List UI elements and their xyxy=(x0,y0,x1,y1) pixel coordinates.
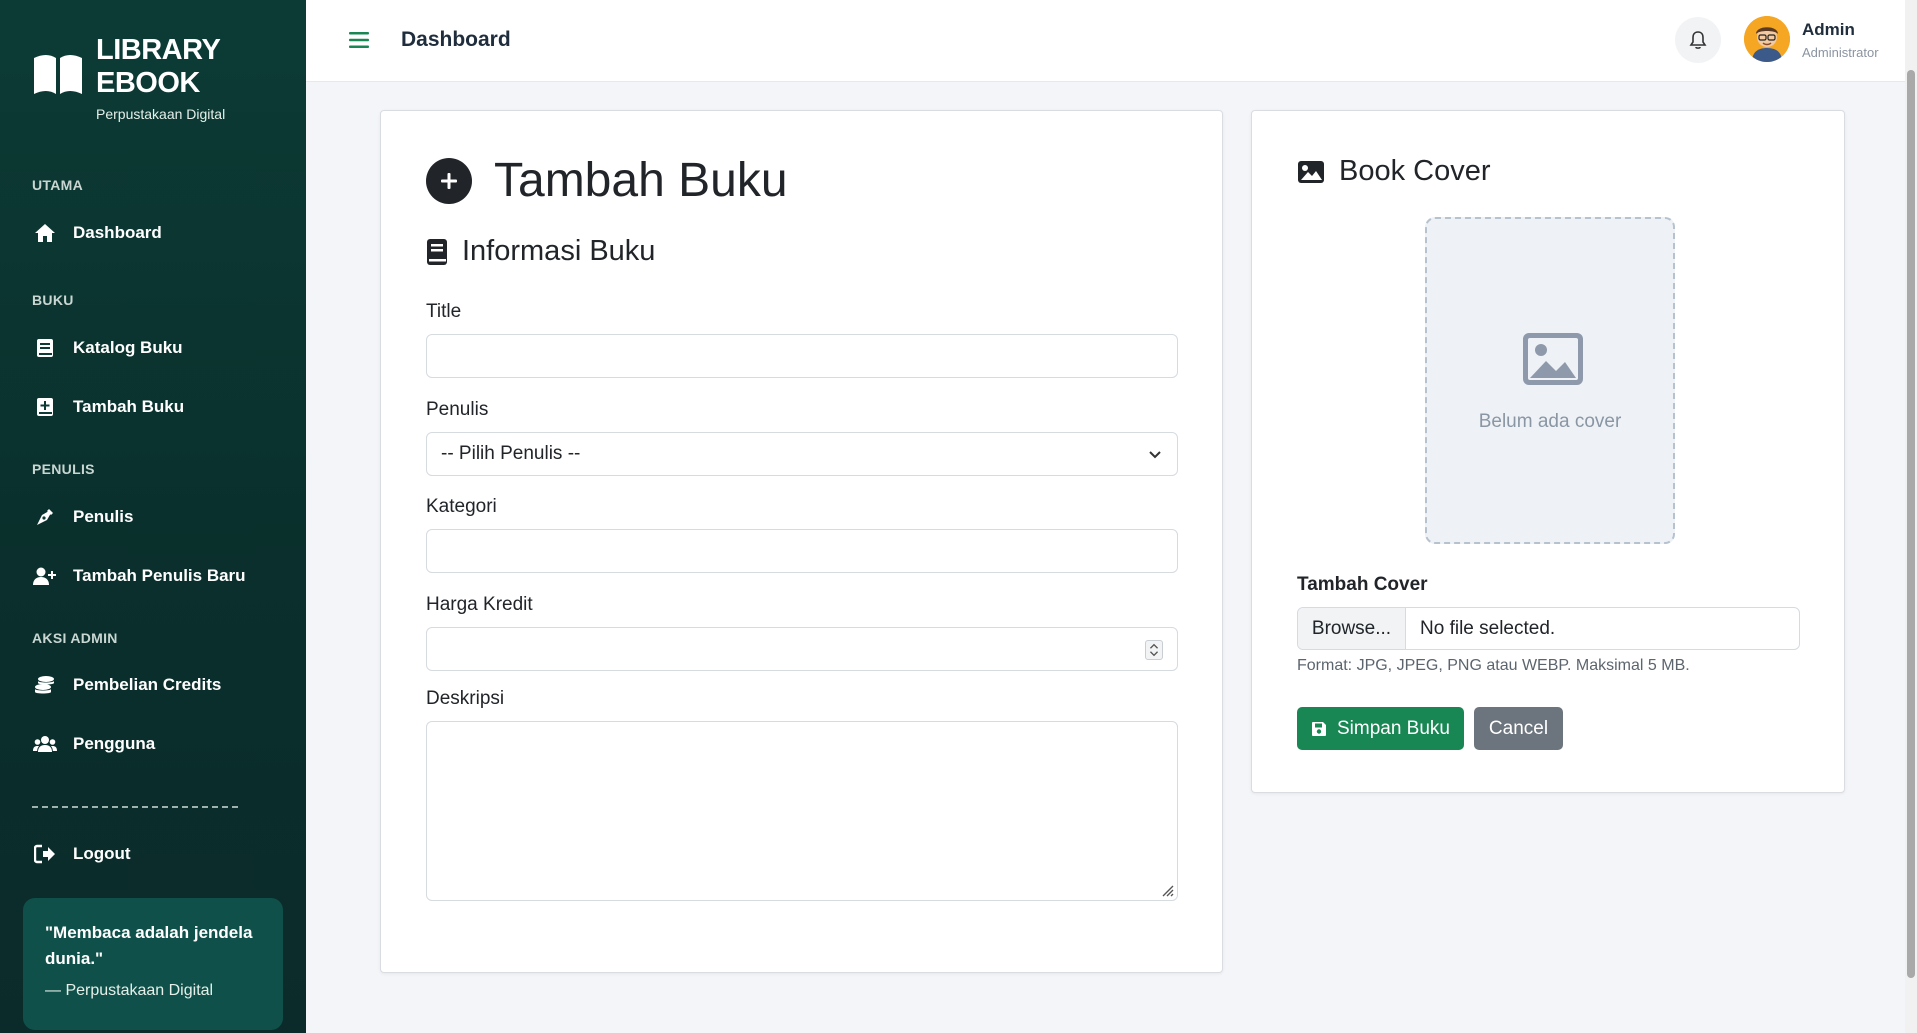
brand-title-line1: LIBRARY xyxy=(96,34,221,66)
sidebar-item-label: Pengguna xyxy=(73,734,156,753)
user-avatar-icon xyxy=(1744,16,1790,62)
bell-icon xyxy=(1689,31,1707,49)
image-placeholder-icon xyxy=(1523,333,1583,385)
sidebar-item-dashboard[interactable]: Dashboard xyxy=(32,212,282,254)
user-plus-icon xyxy=(32,565,58,587)
sidebar-item-label: Tambah Buku xyxy=(73,397,185,416)
section-buku: BUKU xyxy=(32,292,74,308)
penulis-select[interactable]: -- Pilih Penulis -- xyxy=(426,432,1178,476)
user-role: Administrator xyxy=(1802,45,1879,60)
book-form-card: Tambah Buku Informasi Buku Title Penulis… xyxy=(380,110,1223,973)
book-icon xyxy=(32,337,58,359)
sidebar-item-penulis[interactable]: Penulis xyxy=(32,496,282,538)
scrollbar-thumb[interactable] xyxy=(1907,70,1915,978)
penulis-selected-value: -- Pilih Penulis -- xyxy=(441,443,581,464)
cancel-button[interactable]: Cancel xyxy=(1474,707,1563,750)
brand-subtitle: Perpustakaan Digital xyxy=(96,106,226,122)
save-icon xyxy=(1311,721,1326,736)
sidebar-item-label: Katalog Buku xyxy=(73,338,183,357)
deskripsi-label: Deskripsi xyxy=(426,688,505,709)
sidebar-item-tambah-penulis-baru[interactable]: Tambah Penulis Baru xyxy=(32,555,282,597)
kategori-input[interactable] xyxy=(426,529,1178,573)
cover-preview: Belum ada cover xyxy=(1425,217,1675,544)
sidebar-divider xyxy=(32,806,238,808)
quote-box: "Membaca adalah jendela dunia." — Perpus… xyxy=(23,898,283,1030)
sidebar-item-pengguna[interactable]: Pengguna xyxy=(32,723,282,765)
pen-nib-icon xyxy=(32,506,58,528)
sidebar-item-logout[interactable]: Logout xyxy=(32,833,282,875)
sidebar-item-label: Pembelian Credits xyxy=(73,675,222,694)
cover-file-input[interactable]: Browse... No file selected. xyxy=(1297,607,1800,650)
plus-circle-icon xyxy=(426,157,472,204)
title-label: Title xyxy=(426,301,462,322)
number-spinner-icon[interactable] xyxy=(1145,640,1163,660)
sidebar-item-label: Logout xyxy=(73,844,131,863)
book-plus-icon xyxy=(32,396,58,418)
book-cover-card: Book Cover Belum ada cover Tambah Cover … xyxy=(1251,110,1845,793)
user-name: Admin xyxy=(1802,20,1855,39)
section-heading: Informasi Buku xyxy=(426,235,655,268)
quote-source: — Perpustakaan Digital xyxy=(45,982,214,999)
quote-text: "Membaca adalah jendela dunia." xyxy=(45,923,253,968)
resize-handle-icon[interactable] xyxy=(1158,881,1174,897)
cover-upload-label: Tambah Cover xyxy=(1297,574,1428,595)
home-icon xyxy=(32,222,58,244)
brand-title-line2: EBOOK xyxy=(96,67,200,99)
chevron-down-icon xyxy=(1149,451,1161,459)
sidebar: LIBRARY EBOOK Perpustakaan Digital UTAMA… xyxy=(0,0,306,1033)
hamburger-menu-icon[interactable] xyxy=(348,30,370,50)
section-penulis: PENULIS xyxy=(32,461,95,477)
brand[interactable]: LIBRARY EBOOK Perpustakaan Digital xyxy=(32,34,225,122)
image-icon xyxy=(1298,160,1324,183)
file-status: No file selected. xyxy=(1420,617,1556,639)
section-utama: UTAMA xyxy=(32,177,84,193)
users-icon xyxy=(32,733,58,755)
notification-button[interactable] xyxy=(1675,17,1721,63)
cover-title: Book Cover xyxy=(1339,155,1491,187)
browse-button[interactable]: Browse... xyxy=(1298,608,1406,649)
kategori-label: Kategori xyxy=(426,496,497,517)
logout-icon xyxy=(32,843,58,865)
deskripsi-textarea[interactable] xyxy=(426,721,1178,901)
topbar: Dashboard Admin Administrator xyxy=(306,0,1917,82)
harga-kredit-input[interactable] xyxy=(426,627,1178,671)
coins-icon xyxy=(32,674,58,696)
title-input[interactable] xyxy=(426,334,1178,378)
form-title: Tambah Buku xyxy=(426,153,788,208)
save-book-label: Simpan Buku xyxy=(1336,717,1450,739)
harga-kredit-label: Harga Kredit xyxy=(426,594,533,615)
sidebar-item-katalog-buku[interactable]: Katalog Buku xyxy=(32,327,282,369)
cover-help-text: Format: JPG, JPEG, PNG atau WEBP. Maksim… xyxy=(1297,657,1690,674)
save-book-button[interactable]: Simpan Buku xyxy=(1297,707,1464,750)
penulis-label: Penulis xyxy=(426,399,489,420)
book-icon xyxy=(427,238,447,265)
sidebar-item-label: Dashboard xyxy=(73,223,162,242)
section-title: Informasi Buku xyxy=(462,235,656,267)
open-book-icon xyxy=(34,55,82,94)
sidebar-item-tambah-buku[interactable]: Tambah Buku xyxy=(32,386,282,428)
avatar[interactable] xyxy=(1744,16,1790,62)
sidebar-item-pembelian-credits[interactable]: Pembelian Credits xyxy=(32,664,282,706)
sidebar-item-label: Penulis xyxy=(73,507,134,526)
cover-heading: Book Cover xyxy=(1297,155,1491,188)
cover-placeholder-text: Belum ada cover xyxy=(1478,411,1622,432)
section-aksi-admin: AKSI ADMIN xyxy=(32,630,118,646)
page-title: Dashboard xyxy=(401,28,511,51)
sidebar-item-label: Tambah Penulis Baru xyxy=(73,566,246,585)
form-heading: Tambah Buku xyxy=(494,154,788,207)
page-scrollbar[interactable] xyxy=(1905,0,1917,1033)
